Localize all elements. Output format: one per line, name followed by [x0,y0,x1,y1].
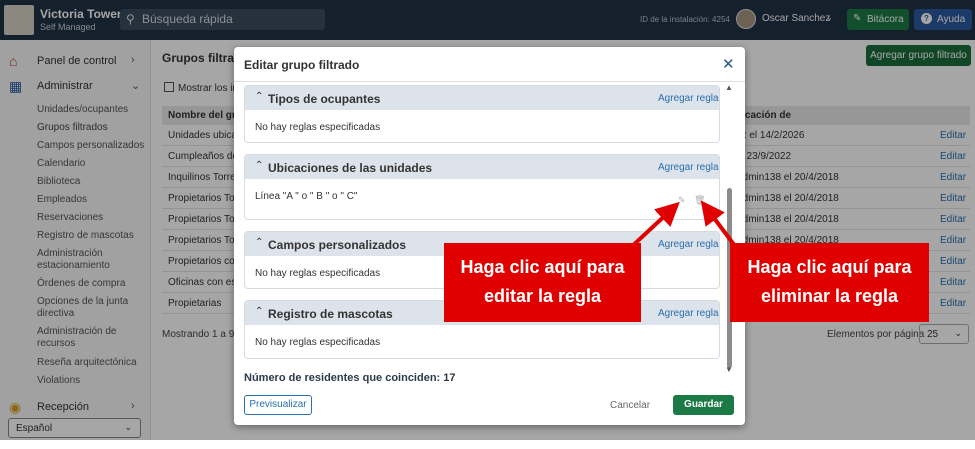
edit-arrow [626,201,680,252]
delete-arrow [700,200,740,252]
callout-arrows [626,200,740,252]
